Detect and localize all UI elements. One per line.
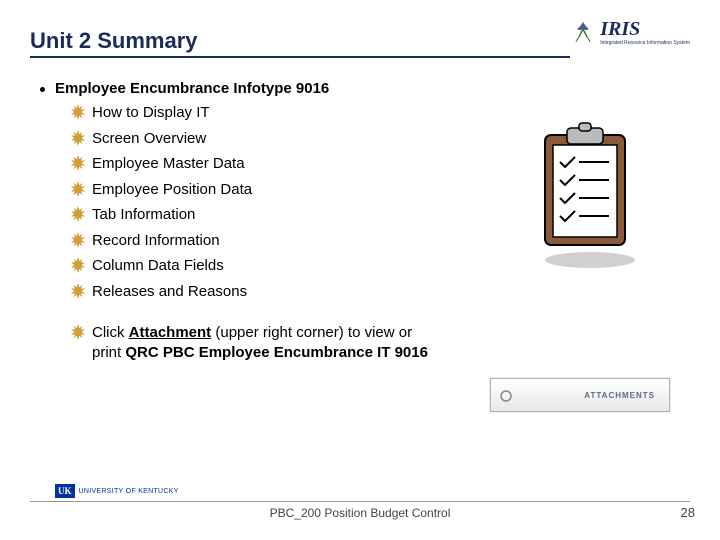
list-item: Employee Master Data xyxy=(70,154,460,174)
iris-flower-icon xyxy=(570,19,596,45)
burst-icon xyxy=(70,155,86,171)
attach-text-bold1: Attachment xyxy=(129,324,212,341)
list-item-text: Employee Position Data xyxy=(92,180,252,200)
attachment-note-text: Click Attachment (upper right corner) to… xyxy=(92,323,432,362)
uk-logo: UK UNIVERSITY OF KENTUCKY xyxy=(55,484,179,498)
uk-logo-mark: UK xyxy=(55,484,75,498)
iris-logo-subtext: Integrated Resource Information System xyxy=(600,41,690,46)
list-item-text: Employee Master Data xyxy=(92,154,245,174)
iris-logo-text: IRIS xyxy=(600,18,690,41)
list-item-text: Tab Information xyxy=(92,205,195,225)
page-number: 28 xyxy=(681,505,695,520)
slide-title: Unit 2 Summary xyxy=(30,28,570,58)
list-item: Column Data Fields xyxy=(70,256,460,276)
list-item-text: Releases and Reasons xyxy=(92,282,247,302)
list-item: Screen Overview xyxy=(70,129,460,149)
burst-icon xyxy=(70,257,86,273)
ring-icon xyxy=(499,389,513,403)
list-item-text: Column Data Fields xyxy=(92,256,224,276)
attach-text-bold2: QRC PBC Employee Encumbrance IT 9016 xyxy=(125,344,428,361)
clipboard-illustration xyxy=(525,120,645,270)
attachment-note: Click Attachment (upper right corner) to… xyxy=(70,323,460,362)
burst-icon xyxy=(70,283,86,299)
attachments-tab-label: ATTACHMENTS xyxy=(580,389,659,402)
uk-logo-text: UNIVERSITY OF KENTUCKY xyxy=(79,488,179,495)
list-item: How to Display IT xyxy=(70,103,460,123)
sub-list: How to Display IT Screen Overview Employ… xyxy=(70,103,460,362)
list-item: Record Information xyxy=(70,231,460,251)
iris-logo: IRIS Integrated Resource Information Sys… xyxy=(570,18,690,46)
list-item: Employee Position Data xyxy=(70,180,460,200)
list-item: Tab Information xyxy=(70,205,460,225)
burst-icon xyxy=(70,206,86,222)
bullet-dot-icon xyxy=(40,87,45,92)
attachments-screenshot: ATTACHMENTS xyxy=(490,378,670,412)
burst-icon xyxy=(70,181,86,197)
list-item-text: Record Information xyxy=(92,231,220,251)
footer-divider xyxy=(30,501,690,502)
footer-title: PBC_200 Position Budget Control xyxy=(0,506,720,520)
content-region: Employee Encumbrance Infotype 9016 How t… xyxy=(40,80,460,368)
attach-text-pre: Click xyxy=(92,324,129,341)
list-item: Releases and Reasons xyxy=(70,282,460,302)
main-bullet: Employee Encumbrance Infotype 9016 xyxy=(40,80,460,97)
burst-icon xyxy=(70,130,86,146)
list-item-text: Screen Overview xyxy=(92,129,206,149)
main-bullet-text: Employee Encumbrance Infotype 9016 xyxy=(55,80,329,97)
burst-icon xyxy=(70,232,86,248)
burst-icon xyxy=(70,104,86,120)
burst-icon xyxy=(70,324,86,340)
list-item-text: How to Display IT xyxy=(92,103,210,123)
